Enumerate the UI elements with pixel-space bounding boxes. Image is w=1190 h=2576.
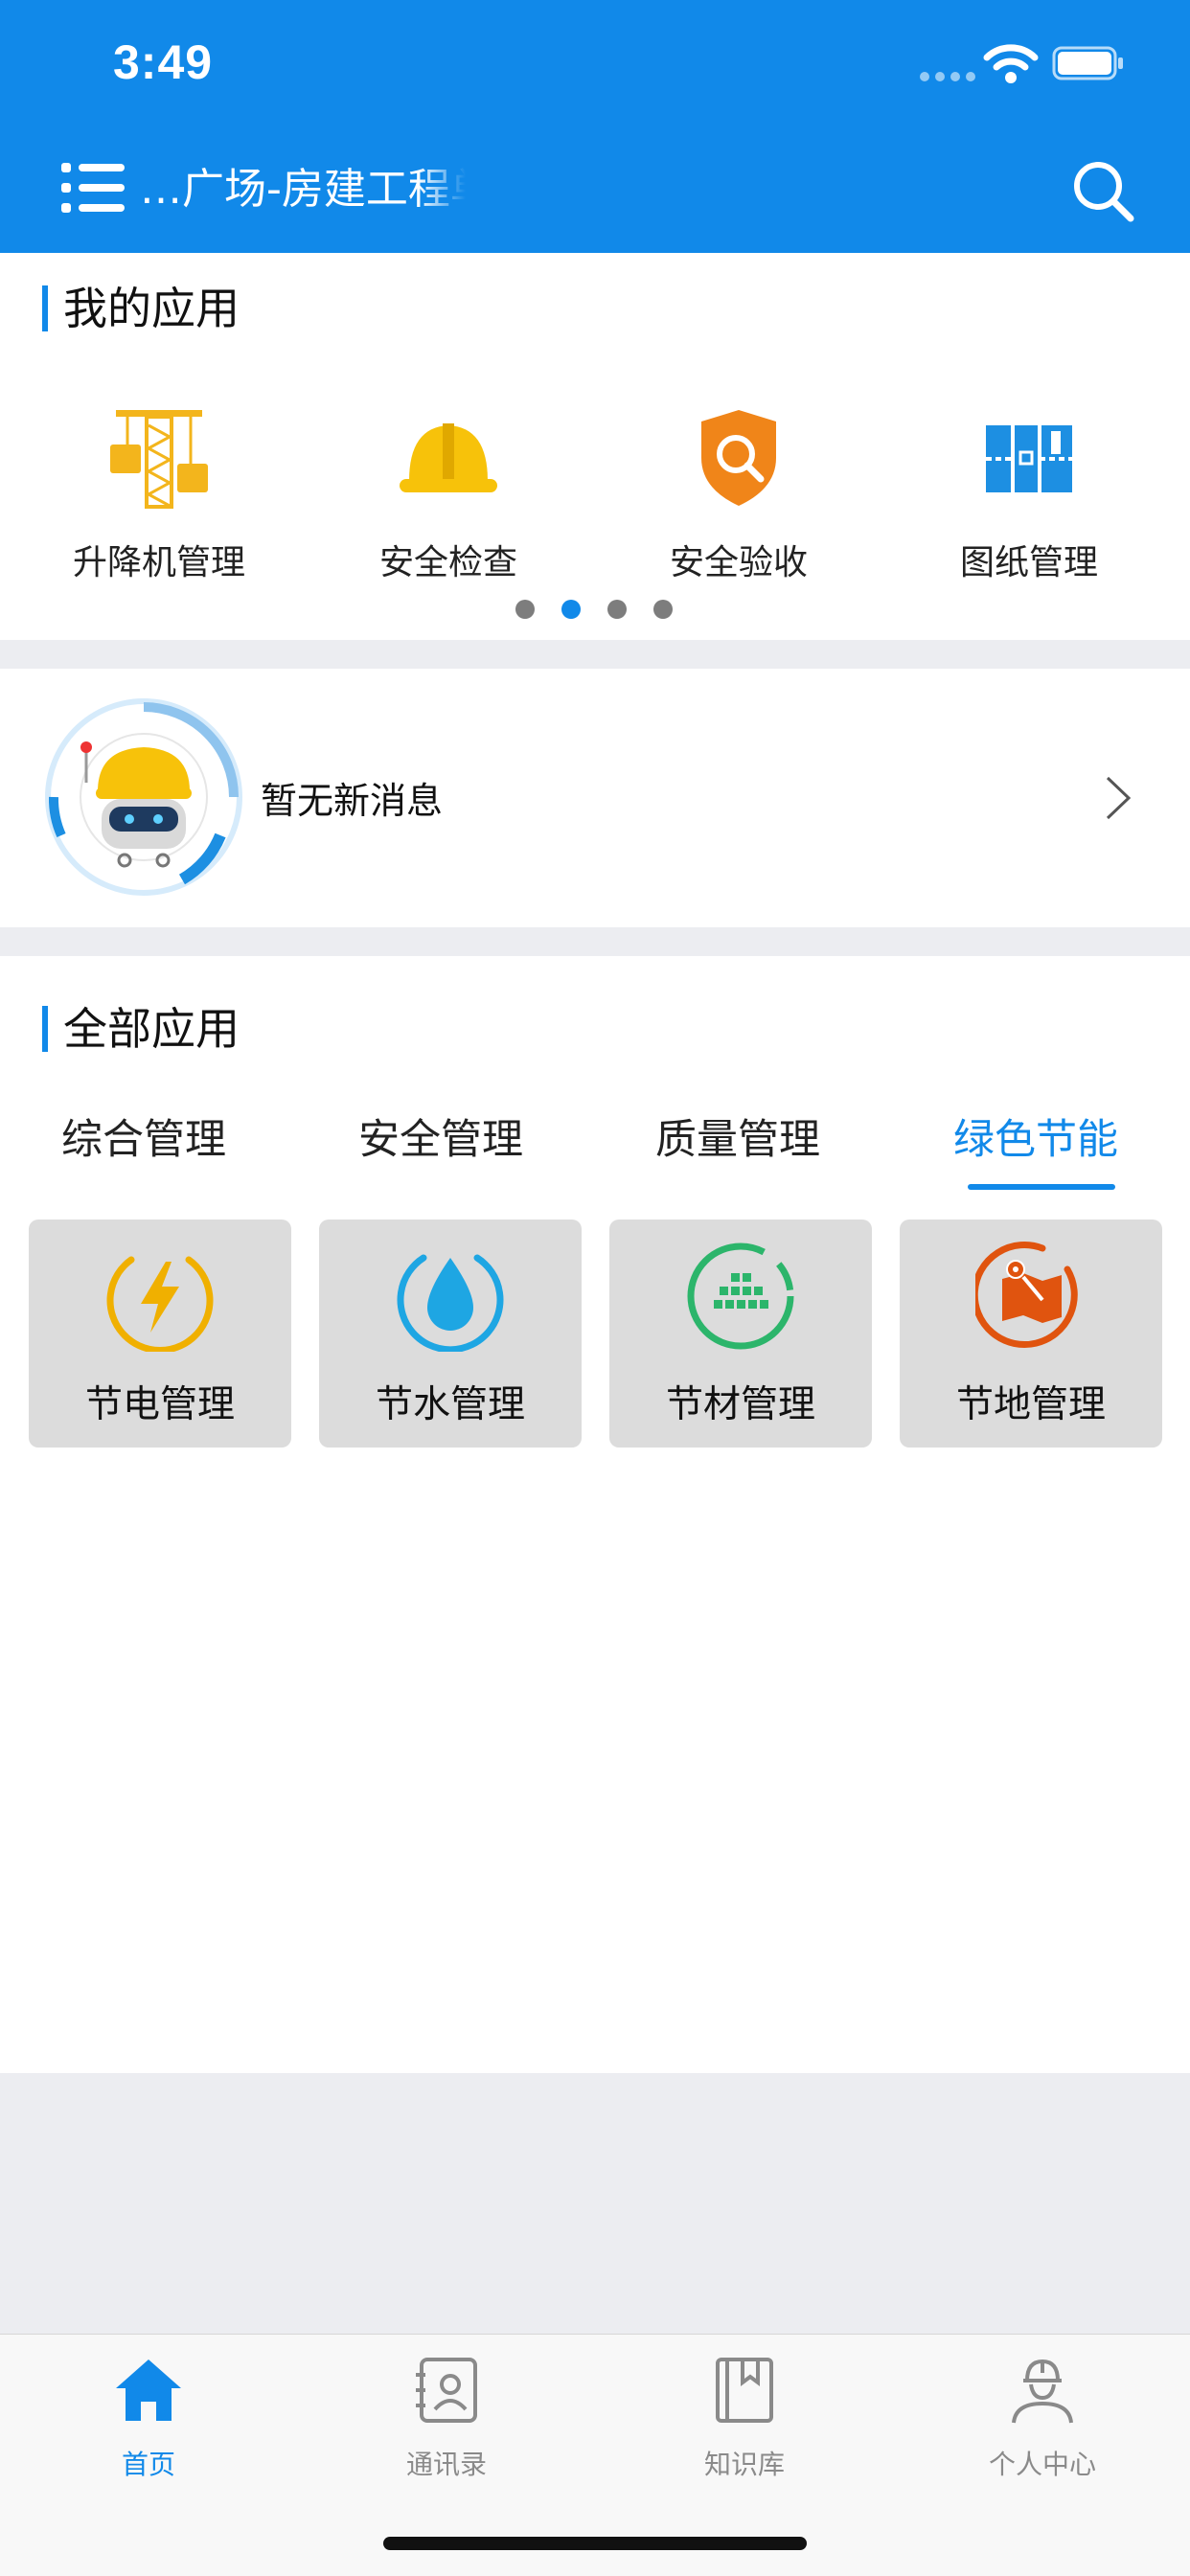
pager-dot[interactable] [515, 600, 535, 619]
pager-dot-active[interactable] [561, 600, 581, 619]
home-icon [116, 2359, 181, 2421]
battery-icon [1052, 46, 1123, 80]
tabbar-label: 首页 [121, 2449, 175, 2480]
tabbar-label: 知识库 [703, 2449, 785, 2480]
tab-safety-management[interactable]: 安全管理 [358, 1106, 523, 1166]
card-material-saving[interactable]: 节材管理 [609, 1220, 872, 1448]
lightning-icon [106, 1256, 214, 1352]
pager-dot[interactable] [607, 600, 627, 619]
card-label: 节材管理 [665, 1383, 815, 1426]
my-apps-title: 我的应用 [42, 280, 240, 337]
app-label: 升降机管理 [72, 543, 245, 582]
chevron-right-icon[interactable] [1102, 774, 1134, 822]
tab-green-energy[interactable]: 绿色节能 [953, 1106, 1118, 1166]
pager-dot[interactable] [653, 600, 673, 619]
worker-profile-icon [1012, 2359, 1073, 2424]
card-land-saving[interactable]: 节地管理 [900, 1220, 1162, 1448]
robot-assistant-icon [45, 698, 242, 896]
tabbar-label: 通讯录 [405, 2449, 487, 2480]
home-indicator [383, 2537, 807, 2550]
status-time: 3:49 [113, 35, 214, 89]
wifi-icon [983, 44, 1039, 83]
app-label: 安全检查 [378, 543, 517, 582]
project-selector[interactable]: …广场-房建工程单 [140, 161, 466, 218]
tab-general-management[interactable]: 综合管理 [61, 1106, 226, 1166]
app-safety-inspection[interactable]: 安全检查 [333, 406, 563, 584]
app-header: 3:49 …广场-房建工程单 [0, 0, 1190, 253]
hard-hat-icon [400, 423, 497, 492]
card-label: 节电管理 [84, 1383, 235, 1426]
tab-quality-management[interactable]: 质量管理 [655, 1106, 820, 1166]
menu-list-icon[interactable] [61, 161, 128, 215]
app-pager [515, 600, 678, 623]
hoist-icon [110, 410, 208, 509]
tabbar-label: 个人中心 [988, 2449, 1096, 2480]
search-icon[interactable] [1071, 159, 1134, 222]
app-hoist-management[interactable]: 升降机管理 [44, 406, 274, 584]
tabbar-item-home[interactable]: 首页 [53, 2354, 244, 2482]
card-label: 节水管理 [375, 1383, 525, 1426]
signal-icon [920, 72, 975, 81]
message-text: 暂无新消息 [261, 780, 444, 822]
active-tab-indicator [968, 1184, 1115, 1190]
book-icon [716, 2358, 773, 2423]
blueprint-icon [986, 425, 1072, 492]
tabbar-item-knowledge[interactable]: 知识库 [649, 2354, 840, 2482]
tabbar-item-profile[interactable]: 个人中心 [947, 2354, 1138, 2482]
shield-search-icon [701, 410, 776, 506]
card-electricity-saving[interactable]: 节电管理 [29, 1220, 291, 1448]
app-label: 安全验收 [669, 543, 808, 582]
card-water-saving[interactable]: 节水管理 [319, 1220, 582, 1448]
app-drawing-management[interactable]: 图纸管理 [914, 406, 1144, 584]
bricks-icon [687, 1242, 794, 1350]
tabbar-item-contacts[interactable]: 通讯录 [351, 2354, 542, 2482]
land-map-icon [975, 1242, 1078, 1348]
app-safety-acceptance[interactable]: 安全验收 [624, 406, 854, 584]
app-label: 图纸管理 [959, 543, 1098, 582]
contacts-icon [416, 2358, 477, 2423]
my-apps-section: 我的应用 升降机管理 安全检查 安全验收 图纸管理 [0, 253, 1190, 640]
all-apps-title: 全部应用 [42, 1000, 240, 1058]
card-label: 节地管理 [955, 1383, 1106, 1426]
water-drop-icon [397, 1254, 504, 1352]
